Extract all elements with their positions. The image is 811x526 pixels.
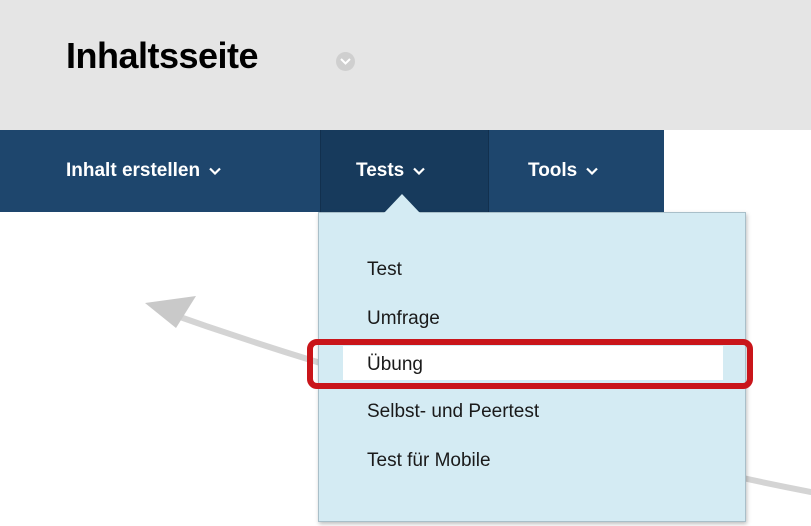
nav-item-label: Inhalt erstellen [66,160,201,181]
chevron-down-icon [413,167,426,175]
highlight-annotation-box [307,339,753,389]
nav-item-label: Tools [528,160,578,181]
chevron-down-icon [586,167,599,175]
nav-item-inhalt-erstellen[interactable]: Inhalt erstellen [66,130,221,212]
nav-item-label: Tests [356,160,405,181]
menu-item-selbst-und-peertest[interactable]: Selbst- und Peertest [367,402,539,421]
nav-item-tools[interactable]: Tools [528,130,599,212]
menu-item-test-fuer-mobile[interactable]: Test für Mobile [367,451,491,470]
chevron-down-icon [209,167,221,175]
nav-separator [320,130,321,212]
dropdown-caret [384,194,420,213]
menu-item-umfrage[interactable]: Umfrage [367,309,440,328]
nav-separator [488,130,489,212]
menu-item-test[interactable]: Test [367,260,402,279]
